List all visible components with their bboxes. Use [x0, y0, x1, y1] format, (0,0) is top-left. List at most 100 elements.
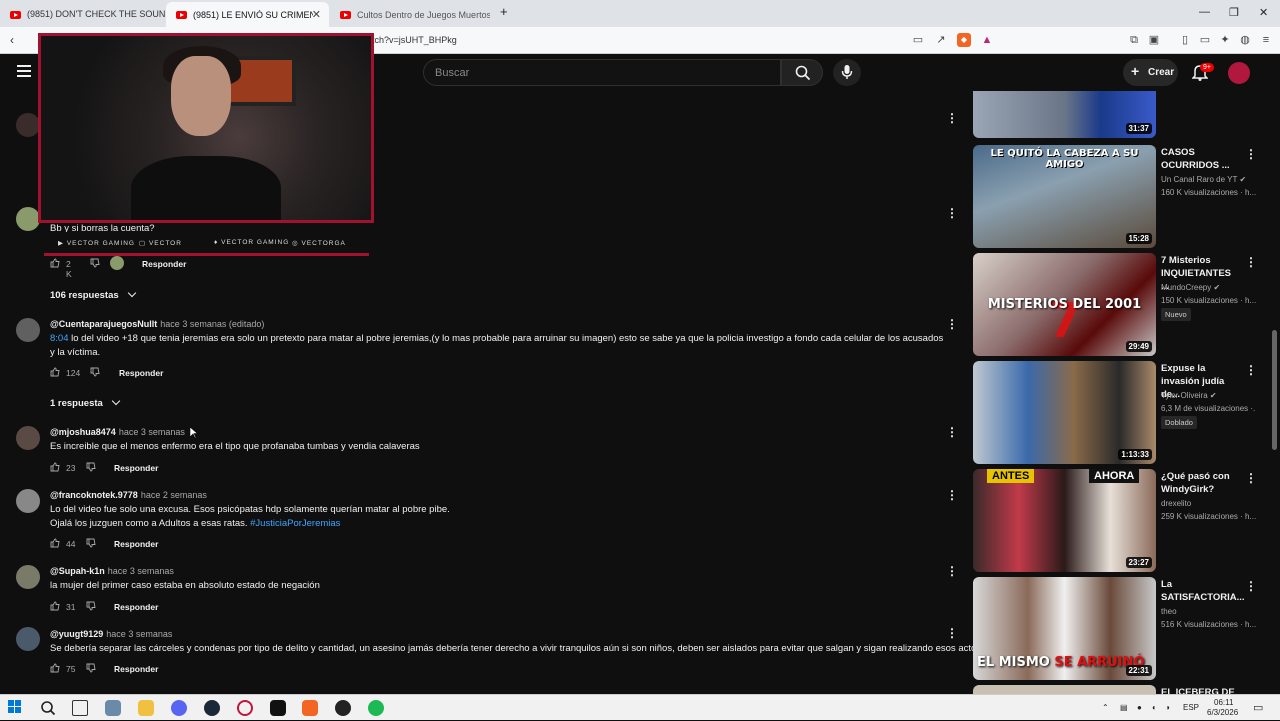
- comment-time[interactable]: hace 2 semanas: [141, 490, 207, 500]
- close-tab-icon[interactable]: ✕: [312, 8, 321, 21]
- commenter-avatar[interactable]: [16, 318, 40, 342]
- app-icon[interactable]: [270, 700, 286, 716]
- comment-more-icon[interactable]: ⋮: [946, 627, 958, 639]
- clock-time[interactable]: 06:11: [1214, 698, 1233, 707]
- tab-search-icon[interactable]: ▣: [1147, 33, 1161, 47]
- video-more-icon[interactable]: ⋮: [1245, 472, 1257, 484]
- like-icon[interactable]: [50, 258, 60, 268]
- search-icon[interactable]: [40, 700, 56, 716]
- like-icon[interactable]: [50, 663, 60, 673]
- browser-tab-active[interactable]: (9851) LE ENVIÓ SU CRIMEN A S ✕: [166, 2, 329, 27]
- voice-search-button[interactable]: [833, 59, 861, 86]
- video-title[interactable]: EL ICEBERG DE: [1161, 686, 1241, 694]
- comment-author[interactable]: @Supah-k1n: [50, 566, 105, 576]
- comment-more-icon[interactable]: ⋮: [946, 318, 958, 330]
- hashtag-link[interactable]: #JusticiaPorJeremias: [250, 518, 340, 529]
- video-thumbnail[interactable]: 1:13:33: [973, 361, 1156, 464]
- like-icon[interactable]: [50, 462, 60, 472]
- cast-icon[interactable]: ▭: [911, 33, 925, 47]
- video-channel[interactable]: MundoCreepy ✔: [1161, 283, 1220, 292]
- share-icon[interactable]: ↗: [934, 33, 948, 47]
- comment-more-icon[interactable]: ⋮: [946, 112, 958, 124]
- create-button[interactable]: + Crear: [1123, 59, 1178, 86]
- video-thumbnail[interactable]: 31:37: [973, 91, 1156, 138]
- language-indicator[interactable]: ESP: [1183, 703, 1199, 712]
- video-more-icon[interactable]: ⋮: [1245, 256, 1257, 268]
- timestamp-link[interactable]: 8:04: [50, 333, 69, 344]
- comment-more-icon[interactable]: ⋮: [946, 489, 958, 501]
- commenter-avatar[interactable]: [16, 627, 40, 651]
- search-button[interactable]: [781, 59, 823, 86]
- back-icon[interactable]: ‹: [10, 33, 14, 47]
- comment-author[interactable]: @CuentaparajuegosNullt: [50, 319, 157, 329]
- discord-icon[interactable]: [171, 700, 187, 716]
- tray-chevron-icon[interactable]: ⌃: [1102, 703, 1109, 712]
- hamburger-menu-icon[interactable]: [17, 65, 31, 77]
- close-window-button[interactable]: ✕: [1259, 6, 1268, 19]
- video-channel[interactable]: theo: [1161, 607, 1177, 616]
- like-icon[interactable]: [50, 601, 60, 611]
- comment-author[interactable]: @mjoshua8474: [50, 427, 116, 437]
- network-icon[interactable]: ▤: [1120, 703, 1128, 712]
- video-thumbnail[interactable]: 7 MISTERIOS DEL 2001 29:49: [973, 253, 1156, 356]
- video-more-icon[interactable]: ⋮: [1245, 364, 1257, 376]
- video-channel[interactable]: Tyler Oliveira ✔: [1161, 391, 1217, 400]
- video-title[interactable]: CASOS OCURRIDOS ...: [1161, 146, 1241, 172]
- video-channel[interactable]: drexelito: [1161, 499, 1191, 508]
- dislike-icon[interactable]: [86, 663, 96, 673]
- file-explorer-icon[interactable]: [138, 700, 154, 716]
- sidebar-icon[interactable]: ▯: [1178, 33, 1192, 47]
- reply-button[interactable]: Responder: [114, 539, 158, 549]
- video-thumbnail[interactable]: EL MISMO SE ARRUINÓ 22:31: [973, 577, 1156, 680]
- mic-tray-icon[interactable]: ●: [1137, 703, 1142, 712]
- comment-author[interactable]: @yuugt9129: [50, 629, 103, 639]
- brave-browser-icon[interactable]: [302, 700, 318, 716]
- comment-more-icon[interactable]: ⋮: [946, 565, 958, 577]
- leo-icon[interactable]: ✦: [1218, 33, 1232, 47]
- vpn-icon[interactable]: ◍: [1238, 33, 1252, 47]
- minimize-button[interactable]: —: [1199, 6, 1210, 18]
- video-channel[interactable]: Un Canal Raro de YT ✔: [1161, 175, 1246, 184]
- video-thumbnail[interactable]: [973, 685, 1156, 694]
- view-replies-button[interactable]: 106 respuestas: [50, 288, 136, 301]
- task-view-icon[interactable]: [72, 700, 88, 716]
- reply-button[interactable]: Responder: [142, 259, 186, 269]
- video-title[interactable]: ¿Qué pasó con WindyGirk?: [1161, 470, 1241, 496]
- search-input[interactable]: Buscar: [423, 59, 781, 86]
- commenter-avatar[interactable]: [16, 207, 40, 231]
- brave-rewards-icon[interactable]: ▲: [980, 33, 994, 47]
- video-more-icon[interactable]: ⋮: [1245, 148, 1257, 160]
- dislike-icon[interactable]: [86, 601, 96, 611]
- comment-time[interactable]: hace 3 semanas: [106, 629, 172, 639]
- volume-icon[interactable]: ◑: [1165, 703, 1170, 712]
- comment-more-icon[interactable]: ⋮: [946, 207, 958, 219]
- scrollbar[interactable]: [1272, 330, 1277, 450]
- like-icon[interactable]: [50, 538, 60, 548]
- app-icon[interactable]: [237, 700, 253, 716]
- reply-button[interactable]: Responder: [119, 368, 163, 378]
- url-text[interactable]: tch?v=jsUHT_BHPkg: [372, 35, 457, 45]
- steam-icon[interactable]: [204, 700, 220, 716]
- clock-date[interactable]: 6/3/2026: [1207, 708, 1238, 717]
- comment-more-icon[interactable]: ⋮: [946, 426, 958, 438]
- video-thumbnail[interactable]: LE QUITÓ LA CABEZA A SU AMIGO 15:28: [973, 145, 1156, 248]
- wallet-icon[interactable]: ▭: [1198, 33, 1212, 47]
- comment-time[interactable]: hace 3 semanas: [119, 427, 185, 437]
- extensions-icon[interactable]: ⧉: [1127, 33, 1141, 47]
- commenter-avatar[interactable]: [16, 489, 40, 513]
- new-tab-button[interactable]: +: [500, 4, 508, 19]
- app-icon[interactable]: [105, 700, 121, 716]
- dislike-icon[interactable]: [86, 538, 96, 548]
- reply-button[interactable]: Responder: [114, 664, 158, 674]
- obs-icon[interactable]: [335, 700, 351, 716]
- windows-start-icon[interactable]: [8, 700, 24, 716]
- commenter-avatar[interactable]: [16, 426, 40, 450]
- comment-author[interactable]: @francoknotek.9778: [50, 490, 138, 500]
- like-icon[interactable]: [50, 367, 60, 377]
- video-title[interactable]: La SATISFACTORIA...: [1161, 578, 1245, 604]
- video-more-icon[interactable]: ⋮: [1245, 580, 1257, 592]
- brave-shield-icon[interactable]: ◆: [957, 33, 971, 47]
- view-replies-button[interactable]: 1 respuesta: [50, 396, 121, 409]
- commenter-avatar[interactable]: [16, 565, 40, 589]
- reply-button[interactable]: Responder: [114, 602, 158, 612]
